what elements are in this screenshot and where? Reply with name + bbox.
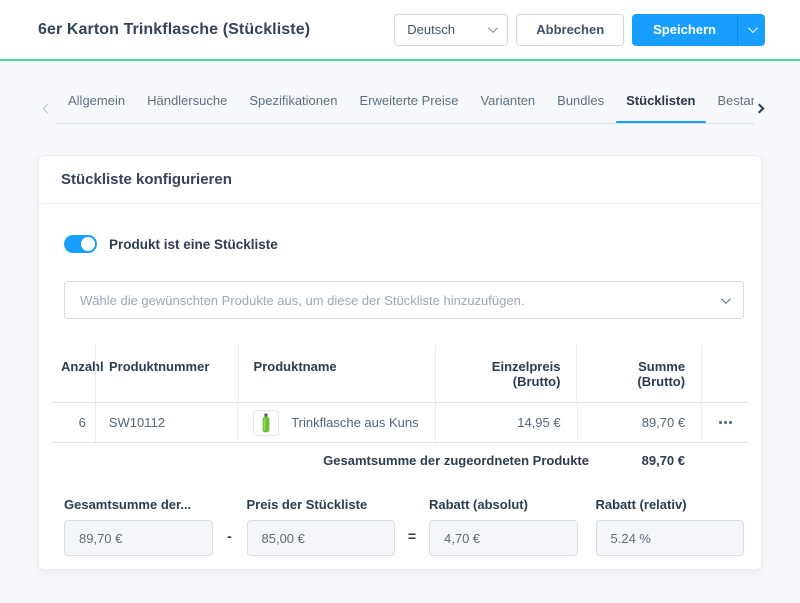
- column-header-produktnummer: Produktnummer: [95, 345, 238, 402]
- toggle-label: Produkt ist eine Stückliste: [109, 237, 278, 252]
- card-header: Stückliste konfigurieren: [39, 156, 761, 204]
- stueckliste-toggle[interactable]: [64, 235, 97, 253]
- column-header-produktname: Produktname: [238, 345, 435, 402]
- page-title: 6er Karton Trinkflasche (Stückliste): [38, 21, 310, 39]
- toggle-row: Produkt ist eine Stückliste: [64, 235, 736, 253]
- tab-bundles[interactable]: Bundles: [546, 83, 615, 123]
- minus-operator: -: [213, 528, 247, 556]
- save-context-button[interactable]: [737, 14, 765, 46]
- tab-varianten[interactable]: Varianten: [469, 83, 546, 123]
- field-gesamtsumme: Gesamtsumme der... 89,70 €: [64, 497, 213, 556]
- smart-bar: 6er Karton Trinkflasche (Stückliste) Deu…: [0, 0, 800, 61]
- bottle-icon: [261, 413, 271, 433]
- chevron-down-icon: [748, 23, 758, 33]
- tab-stuecklisten[interactable]: Stücklisten: [615, 83, 706, 123]
- field-rabatt-relativ: Rabatt (relativ) 5.24 %: [596, 497, 745, 556]
- save-button[interactable]: Speichern: [632, 14, 737, 46]
- tabs-scroll-left-button[interactable]: [44, 99, 51, 117]
- product-detail-page: 6er Karton Trinkflasche (Stückliste) Deu…: [0, 0, 800, 603]
- products-grid: Anzahl Produktnummer Produktname Einzelp…: [51, 345, 749, 477]
- stueckliste-card: Stückliste konfigurieren Produkt ist ein…: [38, 155, 762, 570]
- toggle-knob: [81, 237, 95, 251]
- ellipsis-icon: [724, 421, 727, 424]
- field-label: Rabatt (relativ): [596, 497, 745, 512]
- rabatt-relativ-input[interactable]: 5.24 %: [596, 520, 745, 556]
- cell-produktnummer: SW10112: [95, 403, 237, 442]
- tabs-scroll-right-button[interactable]: [756, 99, 763, 117]
- product-select[interactable]: Wähle die gewünschten Produkte aus, um d…: [64, 281, 744, 319]
- product-tabs: Allgemein Händlersuche Spezifikationen E…: [57, 83, 754, 124]
- cell-einzelpreis: 14,95 €: [435, 403, 576, 442]
- cell-anzahl: 6: [51, 403, 95, 442]
- field-rabatt-absolut: Rabatt (absolut) 4,70 €: [429, 497, 578, 556]
- tab-spezifikationen[interactable]: Spezifikationen: [238, 83, 348, 123]
- cell-produktname: Trinkflasche aus Kunsts...: [237, 403, 435, 442]
- field-label: Gesamtsumme der...: [64, 497, 213, 512]
- column-header-anzahl: Anzahl: [51, 345, 95, 402]
- equals-operator: =: [395, 528, 429, 556]
- grid-header-row: Anzahl Produktnummer Produktname Einzelp…: [51, 345, 749, 403]
- rabatt-absolut-input[interactable]: 4,70 €: [429, 520, 578, 556]
- tab-erweiterte-preise[interactable]: Erweiterte Preise: [348, 83, 469, 123]
- product-select-placeholder: Wähle die gewünschten Produkte aus, um d…: [80, 293, 524, 308]
- chevron-right-icon: [755, 104, 765, 114]
- gesamtsumme-input[interactable]: 89,70 €: [64, 520, 213, 556]
- preis-stueckliste-input[interactable]: 85,00 €: [247, 520, 396, 556]
- save-split-button: Speichern: [632, 14, 765, 46]
- column-header-einzelpreis: Einzelpreis (Brutto): [435, 345, 577, 402]
- chevron-down-icon: [488, 23, 498, 33]
- total-label: Gesamtsumme der zugeordneten Produkte: [51, 453, 589, 468]
- product-thumbnail: [253, 410, 279, 436]
- smart-bar-actions: Deutsch Abbrechen Speichern: [394, 14, 765, 46]
- field-preis-stueckliste: Preis der Stückliste 85,00 €: [247, 497, 396, 556]
- grid-total-row: Gesamtsumme der zugeordneten Produkte 89…: [51, 443, 749, 477]
- product-name-text: Trinkflasche aus Kunsts...: [291, 415, 419, 430]
- tab-haendlersuche[interactable]: Händlersuche: [136, 83, 238, 123]
- chevron-down-icon: [721, 294, 731, 304]
- field-label: Preis der Stückliste: [247, 497, 396, 512]
- chevron-left-icon: [43, 104, 53, 114]
- language-select[interactable]: Deutsch: [394, 14, 508, 46]
- field-label: Rabatt (absolut): [429, 497, 578, 512]
- row-context-menu-button[interactable]: [701, 403, 749, 442]
- column-header-summe: Summe (Brutto): [576, 345, 701, 402]
- total-value: 89,70 €: [589, 453, 685, 468]
- card-title: Stückliste konfigurieren: [61, 171, 232, 188]
- tab-bestand[interactable]: Bestand: [707, 83, 755, 123]
- cancel-button[interactable]: Abbrechen: [516, 14, 624, 46]
- column-header-actions: [701, 345, 749, 402]
- summary-fields: Gesamtsumme der... 89,70 € - Preis der S…: [64, 497, 744, 556]
- language-select-value: Deutsch: [407, 22, 455, 37]
- table-row: 6 SW10112 Trinkflasche aus Kunsts... 14,…: [51, 403, 749, 443]
- tab-allgemein[interactable]: Allgemein: [57, 83, 136, 123]
- cell-summe: 89,70 €: [577, 403, 701, 442]
